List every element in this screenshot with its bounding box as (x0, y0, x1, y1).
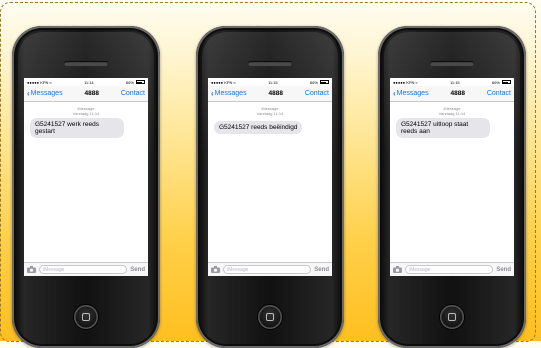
conversation-title: 4888 (268, 90, 283, 97)
camera-icon[interactable] (393, 266, 402, 273)
message-timestamp: iMessage Vandaag 11:14 (24, 106, 148, 116)
send-button[interactable]: Send (314, 267, 329, 273)
wifi-icon: ≈ (415, 79, 418, 85)
input-bar: iMessage Send (208, 262, 332, 276)
battery-icon (501, 80, 511, 84)
home-button-icon (448, 313, 456, 321)
home-button[interactable] (440, 305, 464, 329)
date-time-label: Vandaag 11:14 (438, 111, 466, 116)
battery-percent: 66% (309, 79, 318, 85)
chevron-left-icon: ‹ (211, 89, 214, 98)
home-button[interactable] (258, 305, 282, 329)
camera-icon[interactable] (27, 266, 36, 273)
speaker-grille (430, 61, 474, 66)
home-button[interactable] (74, 305, 98, 329)
send-button[interactable]: Send (496, 267, 511, 273)
phone-screen: ●●●●● KPN ≈ 11:15 66% ‹ Messages 4888 Co… (208, 78, 332, 276)
phone-2: ●●●●● KPN ≈ 11:15 66% ‹ Messages 4888 Co… (196, 26, 344, 348)
message-bubble[interactable]: G5241527 werk reeds gestart (30, 118, 124, 138)
message-timestamp: iMessage Vandaag 11:14 (208, 106, 332, 116)
input-bar: iMessage Send (390, 262, 514, 276)
clock: 11:15 (267, 79, 278, 85)
status-bar: ●●●●● KPN ≈ 11:15 66% (390, 78, 514, 86)
nav-bar: ‹ Messages 4888 Contact (24, 86, 148, 102)
send-button[interactable]: Send (130, 267, 145, 273)
nav-bar: ‹ Messages 4888 Contact (208, 86, 332, 102)
battery-icon (135, 80, 145, 84)
phone-screen: ●●●●● KPN ≈ 11:14 66% ‹ Messages 4888 Co… (24, 78, 148, 276)
message-input[interactable]: iMessage (223, 265, 312, 274)
clock: 11:15 (449, 79, 460, 85)
phone-3: ●●●●● KPN ≈ 11:15 66% ‹ Messages 4888 Co… (378, 26, 526, 348)
message-bubble[interactable]: G5241527 reeds beëindigd (214, 121, 303, 134)
back-button[interactable]: ‹ Messages (393, 89, 429, 98)
back-label: Messages (396, 90, 429, 97)
speaker-grille (64, 61, 108, 66)
back-button[interactable]: ‹ Messages (211, 89, 247, 98)
battery-percent: 66% (491, 79, 500, 85)
contact-button[interactable]: Contact (487, 90, 511, 97)
carrier-label: ●●●●● KPN (27, 79, 49, 85)
battery-percent: 66% (125, 79, 134, 85)
back-label: Messages (30, 90, 63, 97)
speaker-grille (248, 61, 292, 66)
phone-screen: ●●●●● KPN ≈ 11:15 66% ‹ Messages 4888 Co… (390, 78, 514, 276)
camera-icon[interactable] (211, 266, 220, 273)
carrier-label: ●●●●● KPN (393, 79, 415, 85)
message-input[interactable]: iMessage (39, 265, 128, 274)
conversation-title: 4888 (450, 90, 465, 97)
back-button[interactable]: ‹ Messages (27, 89, 63, 98)
home-button-icon (266, 313, 274, 321)
date-time-label: Vandaag 11:14 (256, 111, 284, 116)
carrier-label: ●●●●● KPN (211, 79, 233, 85)
back-label: Messages (214, 90, 247, 97)
date-time-label: Vandaag 11:14 (72, 111, 100, 116)
wifi-icon: ≈ (233, 79, 236, 85)
clock: 11:14 (83, 79, 94, 85)
message-timestamp: iMessage Vandaag 11:14 (390, 106, 514, 116)
status-bar: ●●●●● KPN ≈ 11:14 66% (24, 78, 148, 86)
status-bar: ●●●●● KPN ≈ 11:15 66% (208, 78, 332, 86)
wifi-icon: ≈ (49, 79, 52, 85)
home-button-icon (82, 313, 90, 321)
contact-button[interactable]: Contact (121, 90, 145, 97)
message-bubble[interactable]: G5241527 uitloop staat reeds aan (396, 118, 490, 138)
phone-1: ●●●●● KPN ≈ 11:14 66% ‹ Messages 4888 Co… (12, 26, 160, 348)
input-bar: iMessage Send (24, 262, 148, 276)
message-input[interactable]: iMessage (405, 265, 494, 274)
nav-bar: ‹ Messages 4888 Contact (390, 86, 514, 102)
battery-icon (319, 80, 329, 84)
chevron-left-icon: ‹ (27, 89, 30, 98)
contact-button[interactable]: Contact (305, 90, 329, 97)
chevron-left-icon: ‹ (393, 89, 396, 98)
conversation-title: 4888 (84, 90, 99, 97)
